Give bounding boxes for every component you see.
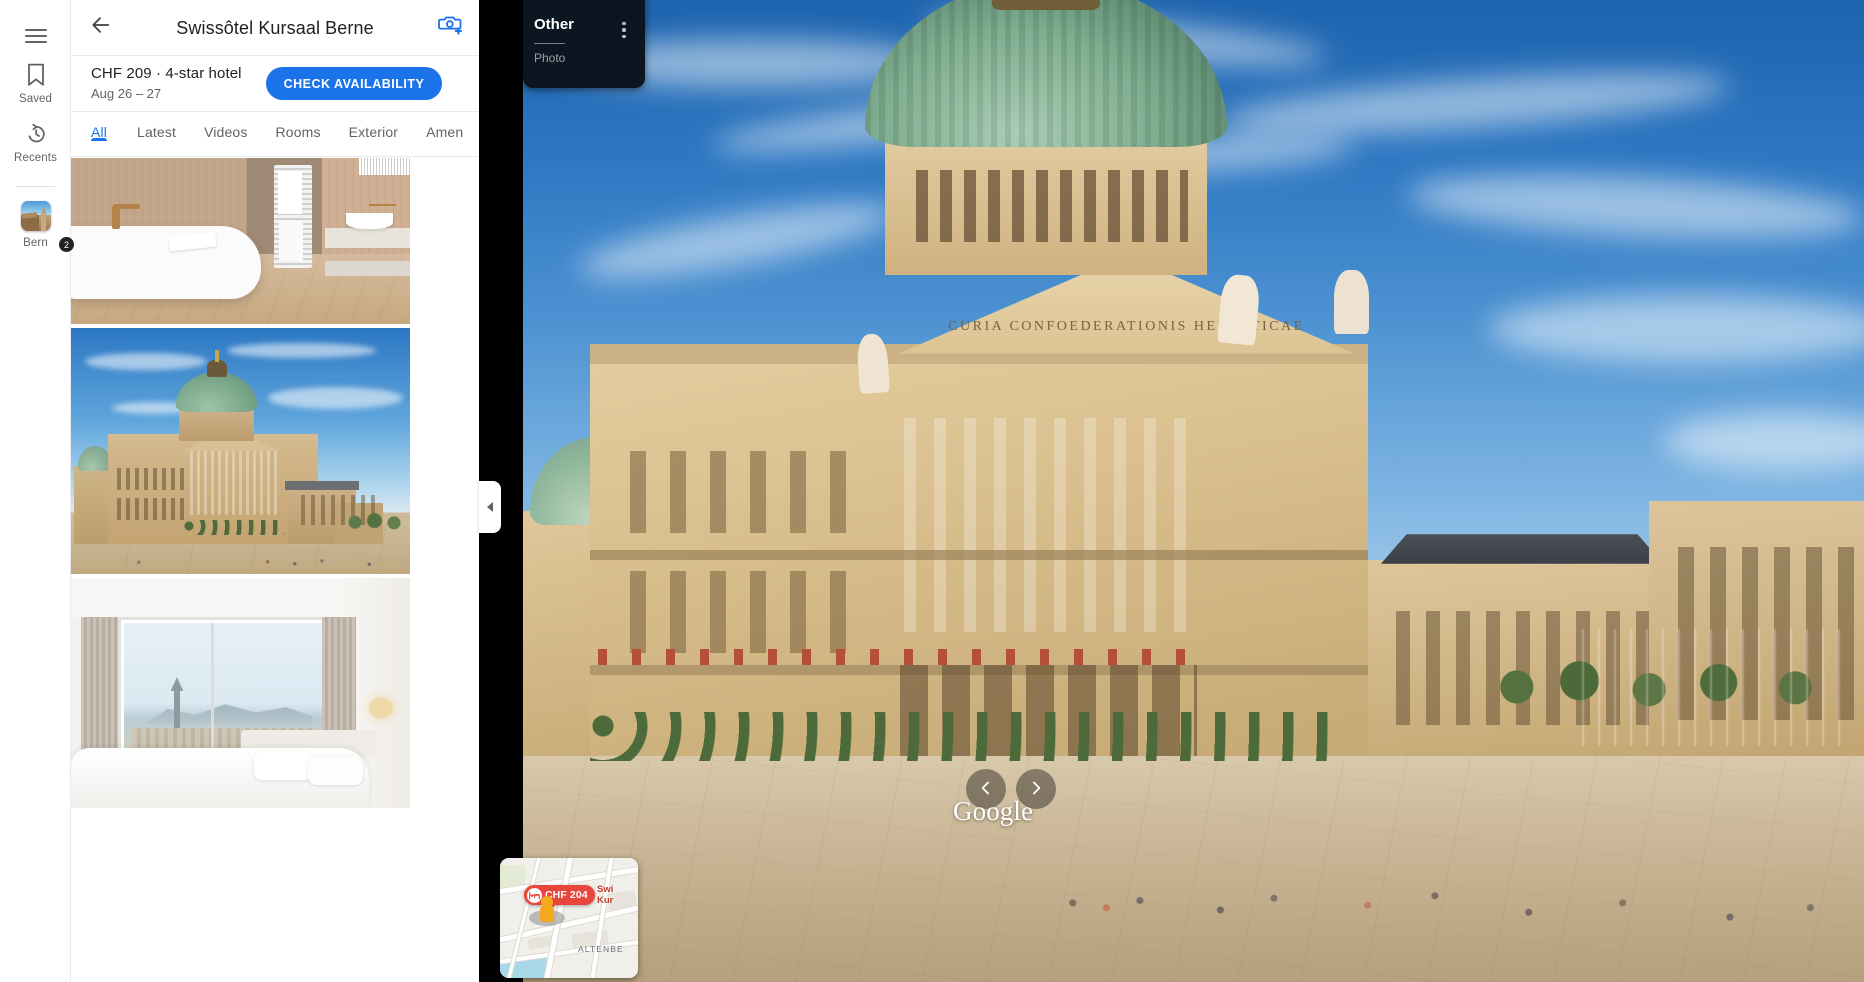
- add-photo-camera-icon: [438, 13, 464, 42]
- photo-thumbnail-hotel-room[interactable]: [71, 578, 410, 808]
- rail-divider: [16, 186, 55, 187]
- sidebar-item-saved[interactable]: Saved: [0, 62, 71, 106]
- photo-viewer[interactable]: CURIA CONFOEDERATIONIS HELVETICAE: [523, 0, 1864, 982]
- bookmark-icon: [27, 62, 45, 88]
- check-availability-button[interactable]: CHECK AVAILABILITY: [266, 67, 443, 100]
- google-watermark: Google: [953, 796, 1033, 827]
- photo-thumbnail-list[interactable]: [71, 158, 479, 982]
- tab-videos[interactable]: Videos: [190, 112, 261, 140]
- dome-drum: [885, 138, 1207, 275]
- recent-place-count-badge: 2: [58, 236, 75, 253]
- mini-map-thumbnail[interactable]: CHF 204 Swi Kur ALTENBE: [500, 858, 638, 978]
- tab-exterior[interactable]: Exterior: [335, 112, 412, 140]
- sidebar-item-saved-label: Saved: [19, 93, 52, 106]
- federal-palace-main-block: [590, 344, 1368, 756]
- info-card-divider: [534, 43, 565, 44]
- tab-rooms[interactable]: Rooms: [262, 112, 335, 140]
- sidebar-item-bern-label: Bern: [23, 237, 48, 250]
- photo-thumbnail-federal-palace[interactable]: [71, 328, 410, 574]
- tab-all[interactable]: All: [91, 112, 123, 140]
- federal-palace-hero-photo: CURIA CONFOEDERATIONIS HELVETICAE: [523, 0, 1864, 982]
- sidebar-item-recents-label: Recents: [14, 152, 57, 165]
- people-on-plaza: [523, 825, 1864, 943]
- building-inscription: CURIA CONFOEDERATIONIS HELVETICAE: [939, 307, 1314, 346]
- more-vertical-icon: [622, 22, 626, 39]
- tab-latest[interactable]: Latest: [123, 112, 190, 140]
- facade-statue-right: [1334, 270, 1369, 334]
- hotel-stay-dates: Aug 26 – 27: [91, 85, 242, 103]
- map-neighborhood-label: ALTENBE: [578, 944, 624, 954]
- sidebar-item-recents[interactable]: Recents: [0, 121, 71, 165]
- history-clock-icon: [25, 121, 47, 147]
- hotel-room-balcony-image: [71, 578, 410, 808]
- place-photos-panel: Swissôtel Kursaal Berne CHF 209 · 4-star…: [71, 0, 479, 982]
- google-maps-photo-viewer: Saved Recents 2 Bern: [0, 0, 1864, 982]
- back-arrow-icon: [90, 14, 112, 41]
- plaza-fountains: [1582, 629, 1850, 747]
- add-photo-button[interactable]: [427, 6, 475, 50]
- tab-amenities[interactable]: Amen: [412, 112, 477, 140]
- photo-thumbnail-bathroom[interactable]: [71, 158, 410, 324]
- hamburger-menu-icon: [25, 25, 47, 47]
- facade-statue-center: [1217, 273, 1260, 345]
- hotel-bathroom-image: [71, 158, 410, 324]
- street-view-pegman-icon[interactable]: [538, 896, 556, 926]
- dome-lantern: [992, 0, 1099, 10]
- green-copper-dome: [865, 0, 1227, 147]
- place-thumbnail: 2: [21, 200, 51, 232]
- federal-palace-image: [71, 328, 410, 574]
- panel-header: Swissôtel Kursaal Berne: [71, 0, 479, 56]
- hotel-price-bar: CHF 209 · 4-star hotel Aug 26 – 27 CHECK…: [71, 56, 479, 112]
- hotel-price-map-pin[interactable]: CHF 204: [524, 885, 595, 905]
- chevron-left-icon: [487, 502, 493, 512]
- map-place-label: Swi Kur: [597, 884, 613, 906]
- hamburger-menu-button[interactable]: [0, 14, 71, 58]
- photo-type-label: Photo: [534, 50, 645, 66]
- hotel-price-and-class: CHF 209 · 4-star hotel: [91, 64, 242, 84]
- sidebar-item-bern-recent-place[interactable]: 2 Bern: [0, 200, 71, 250]
- hedge-row: [590, 712, 1341, 761]
- left-navigation-rail: Saved Recents 2 Bern: [0, 0, 71, 982]
- photo-info-card: Other Photo: [523, 0, 645, 88]
- photo-category-tabs: All Latest Videos Rooms Exterior Amen: [71, 112, 479, 157]
- back-button[interactable]: [79, 6, 123, 50]
- photo-options-menu-button[interactable]: [613, 17, 635, 43]
- collapse-panel-handle[interactable]: [479, 481, 501, 533]
- page-title: Swissôtel Kursaal Berne: [123, 17, 427, 39]
